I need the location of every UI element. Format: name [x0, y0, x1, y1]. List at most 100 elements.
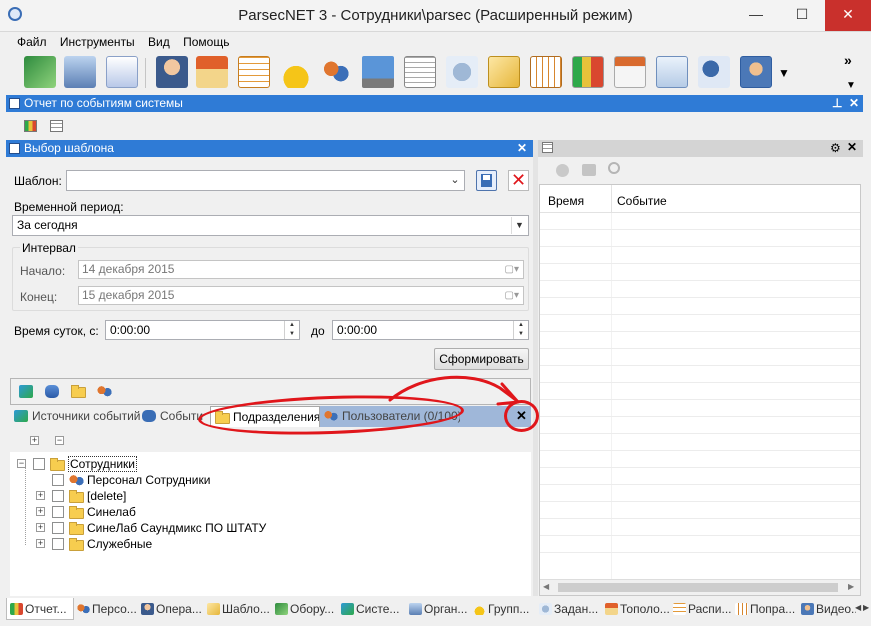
bottom-tab-groups[interactable]: Групп... — [470, 598, 536, 620]
template-panel-close-button[interactable]: ✕ — [517, 140, 527, 157]
cards-icon[interactable] — [488, 56, 520, 88]
maximize-button[interactable]: ☐ — [779, 0, 825, 31]
bottom-tab-video[interactable]: Видео... — [798, 598, 856, 620]
expand-icon[interactable]: + — [36, 523, 45, 532]
calendar-chart-icon[interactable] — [614, 56, 646, 88]
report-panel-title: Отчет по событиям системы — [24, 96, 183, 110]
grid-row-line — [540, 535, 860, 536]
monitor-icon[interactable] — [362, 56, 394, 88]
bottom-tab-templates[interactable]: Шабло... — [204, 598, 270, 620]
print-icon[interactable] — [582, 164, 596, 176]
report-panel-close-button[interactable]: ✕ — [849, 95, 859, 112]
template-select[interactable]: ⌄ — [66, 170, 465, 191]
checklist-icon[interactable] — [106, 56, 138, 88]
person-icon[interactable] — [156, 56, 188, 88]
time-from-field[interactable]: 0:00:00 ▲ ▼ — [105, 320, 300, 340]
horizontal-scrollbar[interactable]: ◀ ▶ — [540, 579, 860, 595]
id-card-icon[interactable] — [656, 56, 688, 88]
chevron-down-icon[interactable]: ⌄ — [447, 172, 463, 189]
bottom-tab-corrections[interactable]: Попра... — [732, 598, 798, 620]
calendar-grid-icon[interactable] — [238, 56, 270, 88]
checkbox[interactable] — [52, 474, 64, 486]
checkbox[interactable] — [52, 538, 64, 550]
info-icon[interactable] — [556, 164, 569, 177]
expand-icon[interactable]: + — [36, 539, 45, 548]
menu-view[interactable]: Вид — [143, 32, 175, 52]
bottom-tab-label: Систе... — [356, 602, 400, 616]
sources-icon[interactable] — [19, 385, 33, 398]
minimize-button[interactable]: — — [733, 0, 779, 31]
splitter[interactable] — [533, 140, 538, 596]
pin-button[interactable]: ⊥ — [832, 95, 842, 112]
toolbar-overflow-arrow-icon[interactable]: ▼ — [846, 80, 856, 91]
tab-events[interactable]: Событи — [138, 406, 208, 427]
house-icon[interactable] — [196, 56, 228, 88]
collapse-all-button[interactable]: − — [55, 436, 64, 445]
generate-button[interactable]: Сформировать — [434, 348, 529, 370]
person-icon — [69, 474, 84, 487]
checkbox[interactable] — [52, 490, 64, 502]
checkbox[interactable] — [52, 522, 64, 534]
template-panel-icon — [9, 143, 20, 154]
menu-help[interactable]: Помощь — [178, 32, 234, 52]
expand-all-button[interactable]: + — [30, 436, 39, 445]
users-icon[interactable] — [97, 385, 112, 398]
menu-tools[interactable]: Инструменты — [55, 32, 140, 52]
time-from-spinner-icon[interactable]: ▲ ▼ — [284, 321, 299, 339]
grid-header: Время Событие — [540, 185, 860, 213]
report-calendar-icon[interactable] — [50, 120, 63, 132]
user-info-icon[interactable] — [698, 56, 730, 88]
report-chart-icon[interactable] — [24, 120, 37, 132]
time-to-spinner-icon[interactable]: ▲ ▼ — [513, 321, 528, 339]
options-icon[interactable]: ⚙ — [830, 141, 841, 155]
chart-table-icon[interactable] — [530, 56, 562, 88]
tab-event-sources[interactable]: Источники событий — [10, 406, 140, 427]
report-toolbar — [6, 113, 863, 139]
controller-board-icon[interactable] — [24, 56, 56, 88]
tabs-next-icon[interactable]: ▶ — [863, 603, 869, 612]
schedule-icon[interactable] — [404, 56, 436, 88]
column-event[interactable]: Событие — [617, 194, 667, 208]
bottom-tab-equipment[interactable]: Обору... — [272, 598, 336, 620]
gear-clock-icon[interactable] — [446, 56, 478, 88]
report-panel-header: Отчет по событиям системы ⊥ ✕ — [6, 95, 863, 112]
bottom-tab-topology[interactable]: Тополо... — [602, 598, 670, 620]
delete-template-icon[interactable]: ✕ — [508, 170, 529, 191]
toolbar-dropdown-icon[interactable]: ▼ — [778, 66, 790, 80]
bar-chart-icon[interactable] — [572, 56, 604, 88]
toolbar-overflow-icon[interactable]: » — [844, 52, 852, 68]
close-window-button[interactable]: ✕ — [825, 0, 871, 31]
bottom-tab-personnel[interactable]: Персо... — [74, 598, 138, 620]
search-icon[interactable] — [608, 162, 620, 174]
bottom-tab-report[interactable]: Отчет... — [6, 598, 74, 620]
building-icon[interactable] — [64, 56, 96, 88]
events-icon[interactable] — [45, 385, 59, 398]
folder-icon[interactable] — [71, 385, 86, 398]
save-template-icon[interactable] — [476, 170, 497, 191]
tabs-prev-icon[interactable]: ◀ — [855, 603, 861, 612]
lock-icon[interactable] — [280, 56, 312, 88]
menu-file[interactable]: Файл — [12, 32, 52, 52]
bottom-tab-tasks[interactable]: Задан... — [536, 598, 602, 620]
period-select[interactable]: За сегодня ▼ — [12, 215, 529, 236]
checkbox[interactable] — [52, 506, 64, 518]
scroll-left-icon[interactable]: ◀ — [543, 582, 549, 591]
scroll-right-icon[interactable]: ▶ — [848, 582, 854, 591]
chevron-down-icon[interactable]: ▼ — [511, 217, 527, 234]
column-time[interactable]: Время — [548, 194, 584, 208]
expand-icon[interactable]: + — [36, 507, 45, 516]
bottom-tab-label: Отчет... — [25, 602, 67, 616]
scrollbar-thumb[interactable] — [558, 583, 838, 592]
expand-icon[interactable]: + — [36, 491, 45, 500]
photo-id-icon[interactable] — [740, 56, 772, 88]
bottom-tab-organization[interactable]: Орган... — [406, 598, 470, 620]
bottom-tab-operators[interactable]: Опера... — [138, 598, 204, 620]
right-panel-close-button[interactable]: ✕ — [847, 140, 857, 154]
checkbox[interactable] — [33, 458, 45, 470]
collapse-icon[interactable]: − — [17, 459, 26, 468]
bottom-tab-system[interactable]: Систе... — [338, 598, 404, 620]
users-icon[interactable] — [320, 56, 352, 88]
bottom-tab-schedules[interactable]: Распи... — [670, 598, 732, 620]
time-to-field[interactable]: 0:00:00 ▲ ▼ — [332, 320, 529, 340]
events-icon — [142, 410, 156, 422]
